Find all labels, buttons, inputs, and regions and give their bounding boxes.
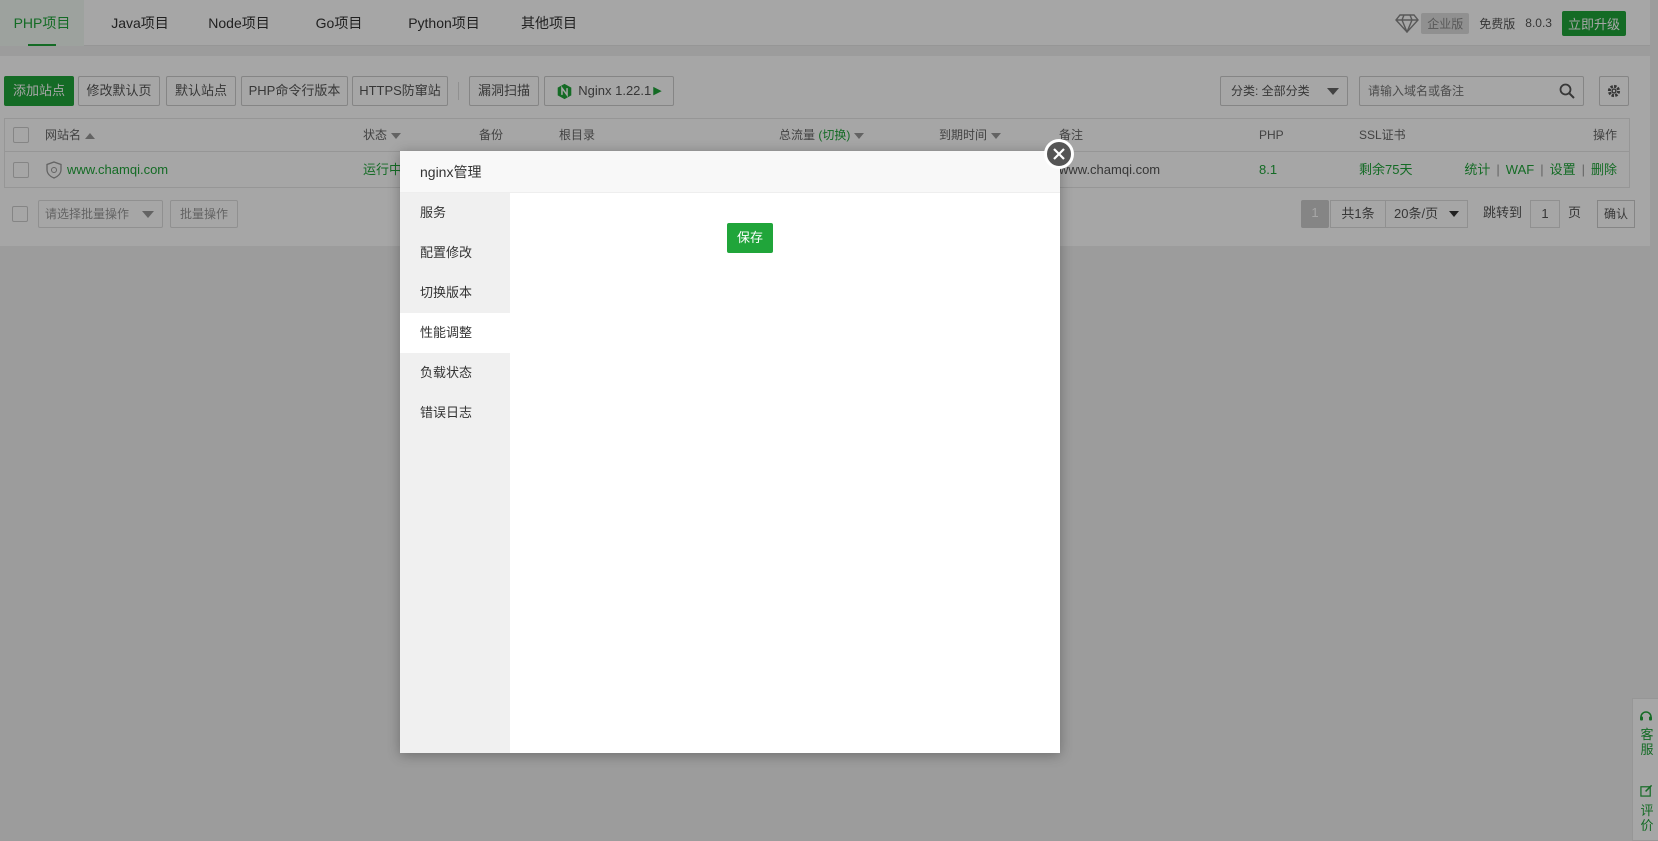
menu-item-performance-tuning[interactable]: 性能调整 [400,313,510,353]
close-icon [1053,148,1065,160]
save-button[interactable]: 保存 [727,223,773,253]
menu-item-error-log[interactable]: 错误日志 [400,393,510,433]
dialog-title: nginx管理 [400,151,1060,193]
menu-item-switch-version[interactable]: 切换版本 [400,273,510,313]
dialog-side-menu: 服务 配置修改 切换版本 性能调整 负载状态 错误日志 [400,193,510,753]
menu-item-service[interactable]: 服务 [400,193,510,233]
dialog-close-button[interactable] [1044,139,1074,169]
menu-item-config-edit[interactable]: 配置修改 [400,233,510,273]
nginx-manage-dialog: nginx管理 服务 配置修改 切换版本 性能调整 负载状态 错误日志 保存 [400,139,1074,753]
menu-item-load-status[interactable]: 负载状态 [400,353,510,393]
dialog-content: 保存 [510,193,1060,753]
